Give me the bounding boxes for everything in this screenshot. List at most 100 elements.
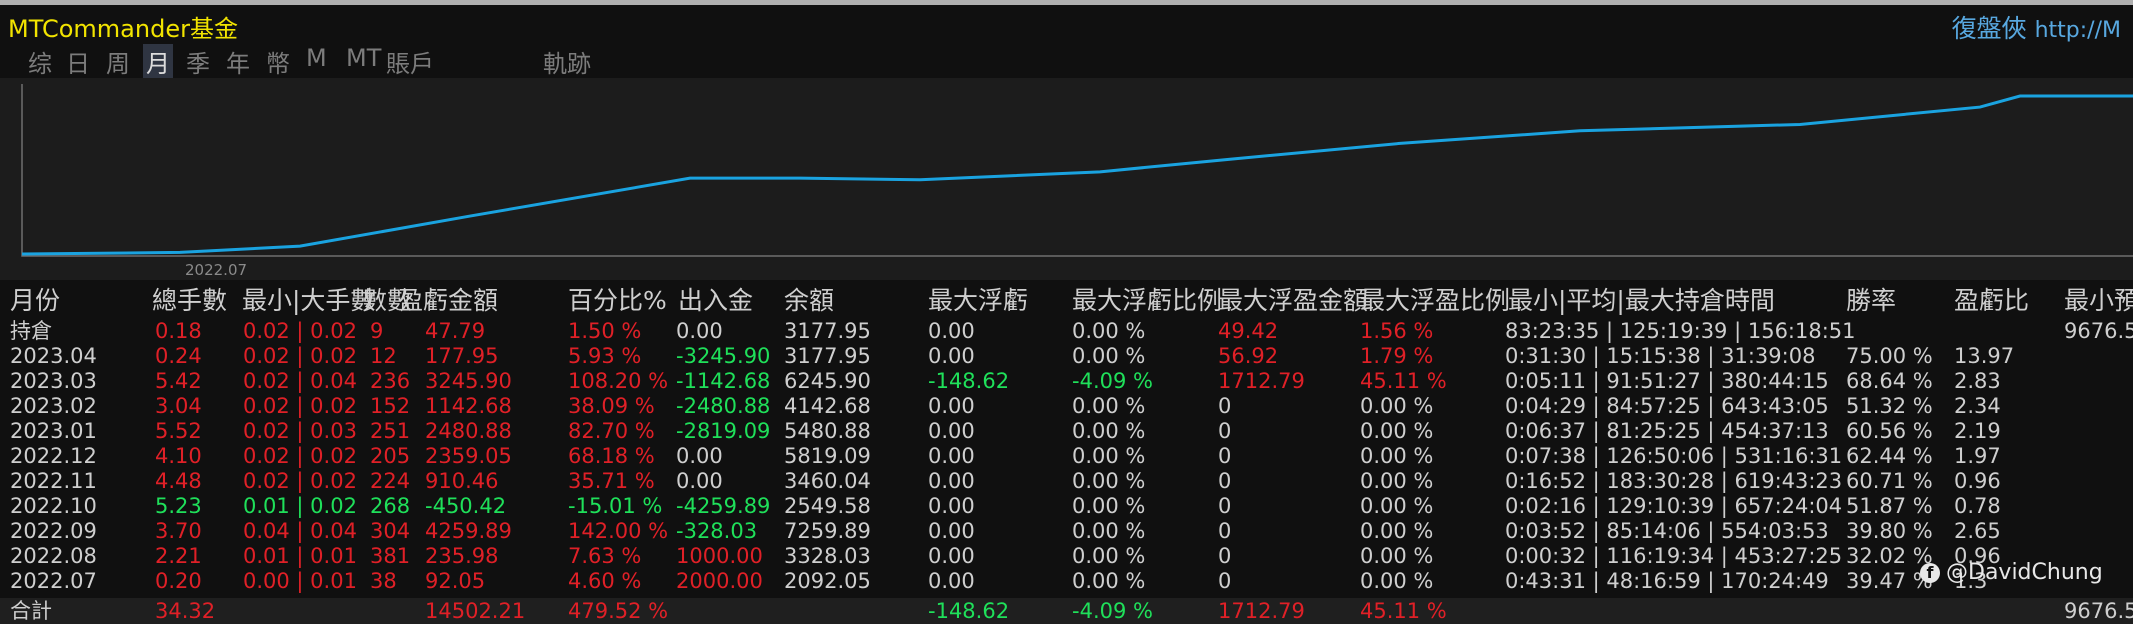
column-header-9[interactable]: 最大浮虧比例 — [1072, 284, 1222, 318]
cell-balance: 5819.09 — [784, 444, 871, 468]
cell-max-fp-pct: 0.00 % — [1360, 569, 1434, 593]
cell-pct: 82.70 % — [568, 419, 655, 443]
tab-2[interactable]: 周 — [106, 44, 130, 79]
tab-3[interactable]: 月 — [143, 44, 173, 79]
table-row[interactable]: 2022.09 3.70 0.04 | 0.04 304 4259.89 142.00 %… — [0, 518, 2133, 544]
brand-url[interactable]: http://M — [2035, 18, 2121, 43]
table-row[interactable]: 持倉 0.18 0.02 | 0.02 9 47.79 1.50 % 0.00 3177.95… — [0, 318, 2133, 344]
table-row[interactable]: 2022.10 5.23 0.01 | 0.02 268 -450.42 -15.01 %… — [0, 493, 2133, 519]
column-header-15[interactable]: 最小預 — [2064, 284, 2133, 318]
cell-winrate: 60.71 % — [1846, 469, 1933, 493]
total-row: 合計 34.32 14502.21 479.52 % -148.62 -4.09 % 171… — [0, 598, 2133, 624]
cell-minmax: 0.02 | 0.02 — [243, 444, 357, 468]
cell-count: 12 — [370, 344, 397, 368]
cell-max-dd: 0.00 — [928, 394, 975, 418]
cell-hold: 0:03:52 | 85:14:06 | 554:03:53 — [1505, 519, 1829, 543]
column-header-13[interactable]: 勝率 — [1846, 284, 1896, 318]
cell-winrate: 75.00 % — [1846, 344, 1933, 368]
chart-axes — [21, 84, 2133, 257]
cell-lots: 0.24 — [155, 344, 202, 368]
cell-count: 205 — [370, 444, 411, 468]
watermark: f @DavidChung — [1920, 560, 2103, 585]
total-pct: 479.52 % — [568, 599, 669, 623]
tab-4[interactable]: 季 — [186, 44, 210, 79]
cell-flow: -2819.09 — [676, 419, 771, 443]
brand[interactable]: 復盤俠 http://M — [1952, 9, 2121, 45]
table-row[interactable]: 2023.03 5.42 0.02 | 0.04 236 3245.90 108.20 %… — [0, 368, 2133, 394]
cell-plr: 2.65 — [1954, 519, 2001, 543]
column-header-0[interactable]: 月份 — [10, 284, 60, 318]
column-header-8[interactable]: 最大浮虧 — [928, 284, 1028, 318]
cell-plr: 2.19 — [1954, 419, 2001, 443]
cell-hold: 0:00:32 | 116:19:34 | 453:27:25 — [1505, 544, 1843, 568]
cell-flow: 0.00 — [676, 469, 723, 493]
column-header-4[interactable]: 盈虧金額 — [398, 284, 498, 318]
cell-max-dd: -148.62 — [928, 369, 1010, 393]
cell-max-dd: 0.00 — [928, 319, 975, 343]
table-row[interactable]: 2023.04 0.24 0.02 | 0.02 12 177.95 5.93 % -324… — [0, 343, 2133, 369]
column-header-7[interactable]: 余額 — [784, 284, 834, 318]
column-header-14[interactable]: 盈虧比 — [1954, 284, 2029, 318]
cell-max-dd-pct: 0.00 % — [1072, 319, 1146, 343]
cell-balance: 3328.03 — [784, 544, 871, 568]
equity-curve — [21, 94, 2133, 256]
table-row[interactable]: 2022.07 0.20 0.00 | 0.01 38 92.05 4.60 % 2000.… — [0, 568, 2133, 594]
cell-lots: 5.52 — [155, 419, 202, 443]
cell-lots: 0.18 — [155, 319, 202, 343]
x-tick-label: 2022.07 — [185, 261, 247, 279]
cell-max-fp-pct: 0.00 % — [1360, 544, 1434, 568]
cell-hold: 0:06:37 | 81:25:25 | 454:37:13 — [1505, 419, 1829, 443]
watermark-text: @DavidChung — [1946, 560, 2103, 585]
cell-pct: 142.00 % — [568, 519, 669, 543]
table-row[interactable]: 2022.12 4.10 0.02 | 0.02 205 2359.05 68.18 % 0… — [0, 443, 2133, 469]
cell-minmax: 0.04 | 0.04 — [243, 519, 357, 543]
cell-balance: 7259.89 — [784, 519, 871, 543]
cell-plr: 0.78 — [1954, 494, 2001, 518]
cell-winrate: 62.44 % — [1846, 444, 1933, 468]
cell-max-fp: 0 — [1218, 444, 1232, 468]
column-header-1[interactable]: 總手數 — [152, 284, 227, 318]
tab-6[interactable]: 幣 — [266, 44, 290, 79]
cell-lots: 4.48 — [155, 469, 202, 493]
cell-pnl: 910.46 — [425, 469, 499, 493]
monthly-stats-table: 月份 總手數 最小|大手數 數數 盈虧金額 百分比% 出入金 余額 最大浮虧 最大浮虧比例 最大浮盈… — [0, 284, 2133, 624]
tab-7[interactable]: M — [306, 44, 327, 72]
tab-1[interactable]: 日 — [66, 44, 90, 79]
tab-8[interactable]: MT — [346, 44, 381, 72]
cell-lots: 5.23 — [155, 494, 202, 518]
total-last: 9676.5 — [2064, 599, 2133, 623]
cell-pnl: 1142.68 — [425, 394, 512, 418]
cell-hold: 0:07:38 | 126:50:06 | 531:16:31 — [1505, 444, 1843, 468]
column-header-5[interactable]: 百分比% — [568, 284, 667, 318]
cell-flow: 0.00 — [676, 319, 723, 343]
column-header-10[interactable]: 最大浮盈金額 — [1218, 284, 1368, 318]
cell-minmax: 0.02 | 0.02 — [243, 469, 357, 493]
cell-lots: 5.42 — [155, 369, 202, 393]
column-header-11[interactable]: 最大浮盈比例 — [1360, 284, 1510, 318]
column-header-6[interactable]: 出入金 — [678, 284, 753, 318]
column-header-12[interactable]: 最小|平均|最大持倉時間 — [1508, 284, 1775, 318]
tab-10[interactable]: 軌跡 — [543, 44, 591, 79]
table-row[interactable]: 2023.02 3.04 0.02 | 0.02 152 1142.68 38.09 % -… — [0, 393, 2133, 419]
column-header-2[interactable]: 最小|大手數 — [242, 284, 375, 318]
cell-pnl: 47.79 — [425, 319, 486, 343]
total-pnl: 14502.21 — [425, 599, 526, 623]
cell-max-fp: 0 — [1218, 469, 1232, 493]
cell-max-fp: 56.92 — [1218, 344, 1279, 368]
facebook-icon: f — [1920, 563, 1940, 583]
equity-chart-svg: 2022.07 — [21, 84, 2133, 279]
cell-pnl: 2359.05 — [425, 444, 512, 468]
table-row[interactable]: 2023.01 5.52 0.02 | 0.03 251 2480.88 82.70 % -… — [0, 418, 2133, 444]
cell-balance: 3177.95 — [784, 344, 871, 368]
table-row[interactable]: 2022.11 4.48 0.02 | 0.02 224 910.46 35.71 % 0.… — [0, 468, 2133, 494]
tab-5[interactable]: 年 — [226, 44, 250, 79]
cell-period: 2022.12 — [10, 444, 97, 468]
cell-max-fp-pct: 0.00 % — [1360, 394, 1434, 418]
cell-max-fp: 0 — [1218, 544, 1232, 568]
tab-9[interactable]: 賬戶 — [386, 44, 434, 79]
cell-plr: 2.34 — [1954, 394, 2001, 418]
cell-max-fp-pct: 0.00 % — [1360, 469, 1434, 493]
cell-max-dd-pct: 0.00 % — [1072, 544, 1146, 568]
tab-0[interactable]: 综 — [28, 44, 52, 79]
table-row[interactable]: 2022.08 2.21 0.01 | 0.01 381 235.98 7.63 % 100… — [0, 543, 2133, 569]
